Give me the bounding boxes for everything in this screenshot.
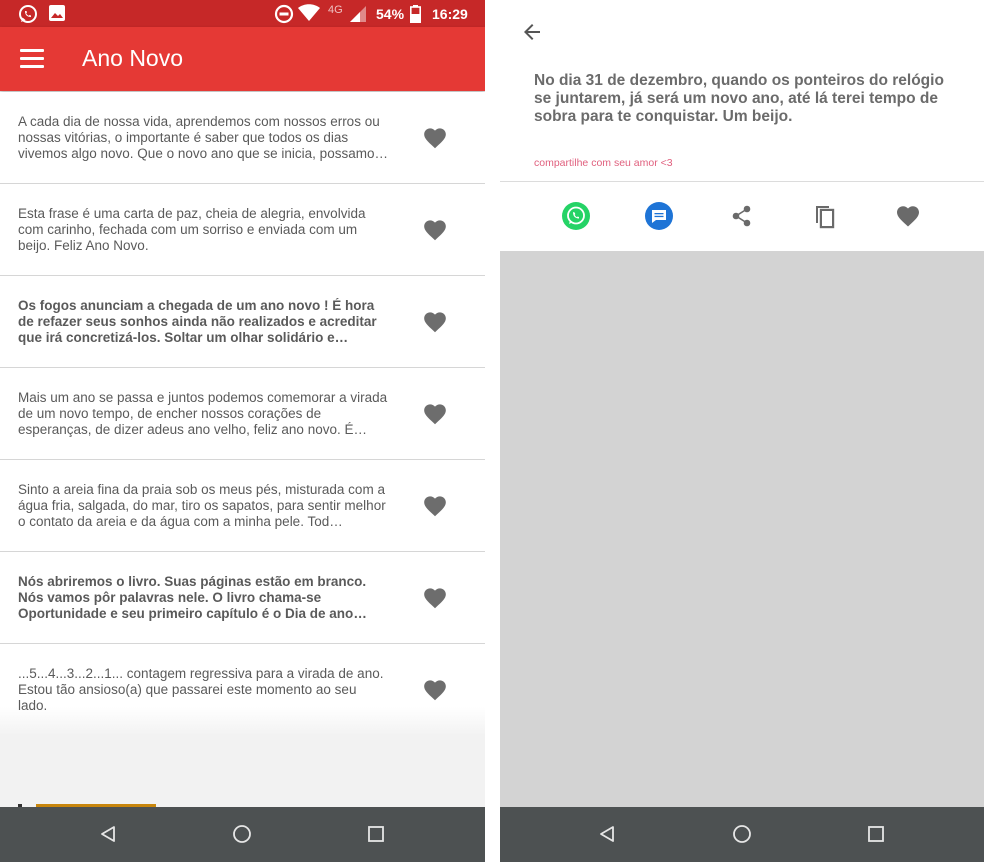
quote-text: Sinto a areia fina da praia sob os meus …	[18, 482, 386, 529]
hamburger-icon[interactable]	[20, 49, 44, 69]
list-item[interactable]: Nós abriremos o livro. Suas páginas estã…	[0, 552, 485, 644]
heart-icon[interactable]	[422, 125, 448, 149]
quote-text: ...5...4...3...2...1... contagem regress…	[18, 666, 384, 713]
messages-icon[interactable]	[644, 201, 674, 231]
battery-icon	[410, 5, 421, 23]
home-circle-icon[interactable]	[232, 824, 252, 844]
battery-percentage: 54%	[376, 6, 405, 22]
heart-icon[interactable]	[422, 217, 448, 241]
share-note: compartilhe com seu amor <3	[534, 157, 673, 169]
panel-separator	[485, 0, 500, 862]
quote-list-screen: 4G 54% 16:29 Ano Novo A cada dia de noss…	[0, 0, 485, 862]
quote-text: Mais um ano se passa e juntos podemos co…	[18, 390, 388, 437]
app-bar: Ano Novo	[0, 27, 485, 91]
network-type-label: 4G	[328, 4, 343, 16]
heart-icon[interactable]	[422, 585, 448, 609]
quote-detail-text: No dia 31 de dezembro, quando os ponteir…	[534, 72, 944, 125]
arrow-left-icon[interactable]	[520, 20, 544, 44]
page-title: Ano Novo	[82, 45, 184, 71]
list-item[interactable]: ...5...4...3...2...1... contagem regress…	[0, 644, 485, 734]
heart-icon[interactable]	[893, 201, 923, 231]
list-item[interactable]: Esta frase é uma carta de paz, cheia de …	[0, 184, 485, 276]
heart-icon[interactable]	[422, 677, 448, 701]
action-bar	[500, 196, 984, 236]
recents-square-icon[interactable]	[368, 826, 384, 842]
list-item[interactable]: Os fogos anunciam a chegada de um ano no…	[0, 276, 485, 368]
quote-list: A cada dia de nossa vida, aprendemos com…	[0, 92, 485, 734]
clock: 16:29	[432, 6, 468, 22]
quote-text: Nós abriremos o livro. Suas páginas estã…	[18, 574, 367, 621]
quote-text: A cada dia de nossa vida, aprendemos com…	[18, 114, 388, 161]
do-not-disturb-icon	[274, 4, 294, 24]
quote-text: Esta frase é uma carta de paz, cheia de …	[18, 206, 366, 253]
wifi-icon	[298, 4, 320, 21]
share-icon[interactable]	[727, 201, 757, 231]
empty-ad-area	[500, 251, 984, 807]
system-nav-bar	[500, 807, 984, 862]
list-item[interactable]: Mais um ano se passa e juntos podemos co…	[0, 368, 485, 460]
whatsapp-notification-icon	[19, 5, 37, 23]
heart-icon[interactable]	[422, 493, 448, 517]
list-item[interactable]: A cada dia de nossa vida, aprendemos com…	[0, 92, 485, 184]
whatsapp-icon[interactable]	[561, 201, 591, 231]
back-triangle-icon[interactable]	[597, 824, 617, 844]
signal-icon	[350, 6, 366, 22]
home-circle-icon[interactable]	[732, 824, 752, 844]
image-notification-icon	[49, 5, 65, 21]
status-bar: 4G 54% 16:29	[0, 0, 485, 27]
copy-icon[interactable]	[810, 201, 840, 231]
divider	[500, 181, 984, 182]
heart-icon[interactable]	[422, 401, 448, 425]
quote-text: Os fogos anunciam a chegada de um ano no…	[18, 298, 377, 345]
list-item[interactable]: Sinto a areia fina da praia sob os meus …	[0, 460, 485, 552]
system-nav-bar	[0, 807, 485, 862]
quote-detail-screen: No dia 31 de dezembro, quando os ponteir…	[500, 0, 984, 862]
back-triangle-icon[interactable]	[98, 824, 118, 844]
heart-icon[interactable]	[422, 309, 448, 333]
recents-square-icon[interactable]	[868, 826, 884, 842]
